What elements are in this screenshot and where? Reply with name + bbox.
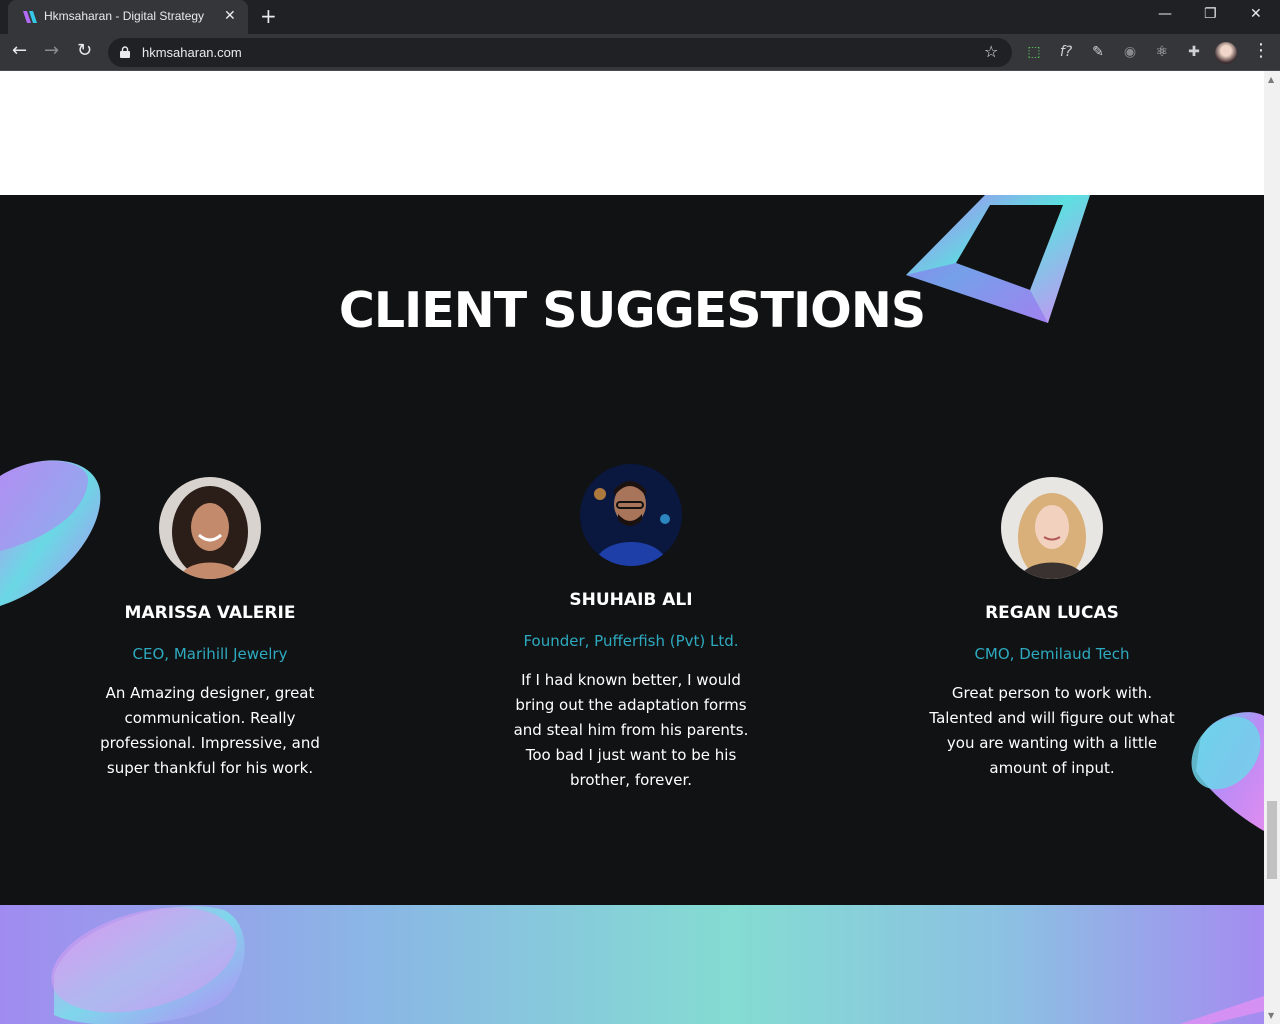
profile-avatar[interactable] xyxy=(1215,42,1237,64)
font-extension-icon[interactable]: f? xyxy=(1056,42,1076,62)
testimonial-card: SHUHAIB ALI Founder, Pufferfish (Pvt) Lt… xyxy=(471,464,791,793)
client-name: SHUHAIB ALI xyxy=(569,590,693,610)
bookmark-star-icon[interactable]: ☆ xyxy=(984,42,998,61)
client-name: MARISSA VALERIE xyxy=(124,603,296,623)
section-heading: CLIENT SUGGESTIONS xyxy=(338,282,926,339)
close-window-button[interactable]: ✕ xyxy=(1250,6,1262,22)
disc-decoration-icon xyxy=(51,906,245,1024)
lock-icon xyxy=(120,46,130,58)
restore-button[interactable]: ❐ xyxy=(1204,6,1217,22)
minimize-button[interactable]: — xyxy=(1158,6,1172,22)
browser-tab[interactable]: Hkmsaharan - Digital Strategy ✕ xyxy=(8,0,248,34)
client-photo-icon xyxy=(1001,477,1103,579)
client-role: CEO, Marihill Jewelry xyxy=(132,645,288,663)
avatar xyxy=(159,477,261,579)
client-role: Founder, Pufferfish (Pvt) Ltd. xyxy=(523,632,739,650)
scroll-thumb[interactable] xyxy=(1267,801,1277,879)
browser-toolbar: ← → ↻ hkmsaharan.com ☆ ⬚ f? ✎ ◉ ⚛ ✚ ⋮ xyxy=(0,34,1280,71)
client-photo-icon xyxy=(159,477,261,579)
site-favicon-icon xyxy=(23,11,37,23)
pen-extension-icon[interactable]: ✎ xyxy=(1088,42,1108,62)
client-name: REGAN LUCAS xyxy=(985,603,1119,623)
reload-button[interactable]: ↻ xyxy=(77,40,92,61)
forward-button[interactable]: → xyxy=(44,40,59,61)
address-bar[interactable]: hkmsaharan.com ☆ xyxy=(108,38,1012,67)
avatar xyxy=(580,464,682,566)
client-role: CMO, Demilaud Tech xyxy=(974,645,1130,663)
testimonial-card: MARISSA VALERIE CEO, Marihill Jewelry An… xyxy=(50,477,370,781)
scroll-up-icon[interactable]: ▲ xyxy=(1268,75,1274,84)
client-quote: An Amazing designer, great communication… xyxy=(100,684,320,777)
page-scrollbar[interactable]: ▲ ▼ xyxy=(1264,71,1280,1024)
bar-decoration-icon xyxy=(1180,996,1264,1024)
page-viewport: CLIENT SUGGESTIONS MARISSA VALERIE CEO, … xyxy=(0,71,1264,1024)
tab-title: Hkmsaharan - Digital Strategy xyxy=(44,9,205,23)
client-quote: Great person to work with. Talented and … xyxy=(929,684,1175,777)
client-photo-icon xyxy=(580,464,682,566)
tab-strip: Hkmsaharan - Digital Strategy ✕ + — ❐ ✕ xyxy=(0,0,1280,34)
url-text[interactable]: hkmsaharan.com xyxy=(142,45,242,60)
back-button[interactable]: ← xyxy=(12,40,27,61)
puzzle-extensions-icon[interactable]: ✚ xyxy=(1184,42,1204,62)
scroll-down-icon[interactable]: ▼ xyxy=(1268,1011,1274,1020)
mouse-extension-icon[interactable]: ◉ xyxy=(1120,42,1140,62)
react-devtools-icon[interactable]: ⚛ xyxy=(1152,42,1172,62)
new-tab-button[interactable]: + xyxy=(260,4,277,28)
avatar xyxy=(1001,477,1103,579)
testimonial-card: REGAN LUCAS CMO, Demilaud Tech Great per… xyxy=(892,477,1212,781)
menu-kebab-icon[interactable]: ⋮ xyxy=(1252,40,1270,61)
client-quote: If I had known better, I would bring out… xyxy=(513,671,749,789)
screenshot-extension-icon[interactable]: ⬚ xyxy=(1024,42,1044,62)
close-tab-icon[interactable]: ✕ xyxy=(224,8,236,24)
